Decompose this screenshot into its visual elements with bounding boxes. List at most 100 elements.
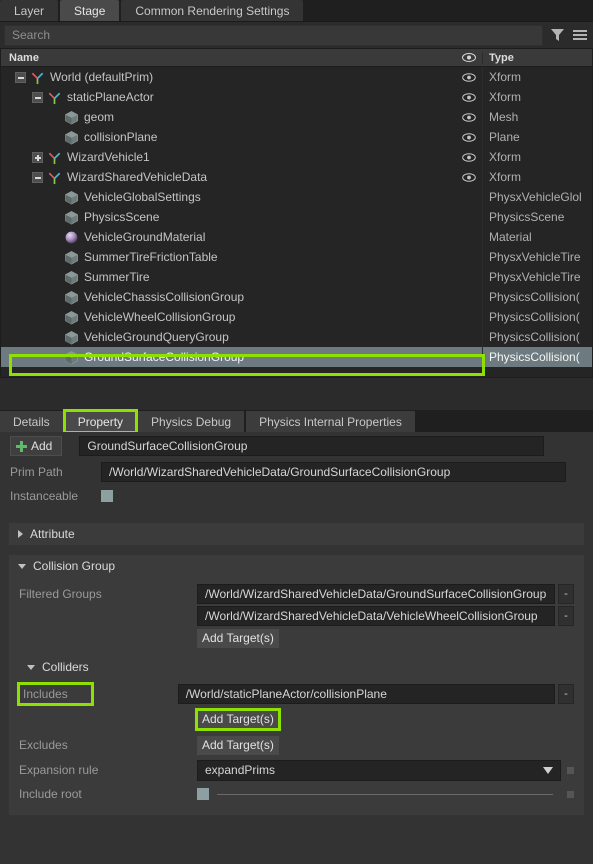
tree-expander-toggle[interactable]	[32, 91, 43, 103]
menu-button[interactable]	[571, 25, 589, 45]
plus-icon	[16, 440, 27, 452]
top-tab-bar: Layer Stage Common Rendering Settings	[0, 0, 593, 22]
instanceable-row: Instanceable	[0, 484, 593, 508]
tab-layer-label: Layer	[14, 3, 45, 18]
tree-row-visibility-toggle[interactable]	[456, 92, 482, 102]
tree-row-name: staticPlaneActor	[1, 90, 456, 105]
tree-row-label: VehicleGroundQueryGroup	[84, 330, 229, 344]
xform-axis-icon	[48, 172, 61, 184]
tree-row[interactable]: GroundSurfaceCollisionGroup PhysicsCollis…	[1, 347, 592, 367]
prim-path-row: Prim Path /World/WizardSharedVehicleData…	[0, 460, 593, 484]
xform-axis-icon	[48, 152, 61, 164]
tree-row[interactable]: VehicleChassisCollisionGroup PhysicsColli…	[1, 287, 592, 307]
remove-include-0-button[interactable]: -	[558, 684, 574, 704]
tab-physics-debug[interactable]: Physics Debug	[138, 411, 245, 432]
tab-layer[interactable]: Layer	[0, 0, 59, 21]
eye-icon	[462, 112, 476, 122]
include-root-row: Include root	[9, 783, 584, 805]
tree-row[interactable]: VehicleGroundMaterial Material	[1, 227, 592, 247]
collision-group-section-header[interactable]: Collision Group	[9, 555, 584, 577]
filtered-group-field-0[interactable]: /World/WizardSharedVehicleData/GroundSur…	[197, 584, 555, 604]
tree-row[interactable]: staticPlaneActor Xform	[1, 87, 592, 107]
filter-button[interactable]	[548, 25, 566, 45]
add-button[interactable]: Add	[10, 436, 63, 456]
includes-field-0[interactable]: /World/staticPlaneActor/collisionPlane	[177, 684, 555, 704]
tree-expander-spacer	[49, 252, 60, 263]
tree-expander-toggle[interactable]	[32, 151, 43, 163]
cube-icon	[65, 310, 78, 324]
include-root-checkbox[interactable]	[197, 788, 209, 800]
filtered-groups-add-target-button[interactable]: Add Target(s)	[197, 628, 279, 648]
attribute-section-label: Attribute	[30, 527, 75, 541]
colliders-subsection-header[interactable]: Colliders	[9, 657, 584, 677]
tree-row[interactable]: VehicleGroundQueryGroup PhysicsCollision(	[1, 327, 592, 347]
filtered-group-value-1: /World/WizardSharedVehicleData/VehicleWh…	[205, 609, 538, 623]
tree-row[interactable]: WizardSharedVehicleData Xform	[1, 167, 592, 187]
tree-row-visibility-toggle[interactable]	[456, 152, 482, 162]
tree-row[interactable]: VehicleWheelCollisionGroup PhysicsCollisi…	[1, 307, 592, 327]
chevron-right-icon	[18, 530, 23, 538]
column-header-visibility	[456, 53, 482, 62]
tree-row[interactable]: World (defaultPrim) Xform	[1, 67, 592, 87]
tree-expander-toggle[interactable]	[32, 171, 43, 183]
excludes-add-target-button[interactable]: Add Target(s)	[197, 735, 279, 755]
tree-row-type: Mesh	[482, 107, 592, 127]
prim-path-field[interactable]: /World/WizardSharedVehicleData/GroundSur…	[101, 462, 566, 482]
cube-icon	[65, 330, 78, 344]
tree-row[interactable]: SummerTireFrictionTable PhysxVehicleTire	[1, 247, 592, 267]
attribute-section-header[interactable]: Attribute	[9, 523, 584, 545]
tab-common-rendering-settings-label: Common Rendering Settings	[135, 3, 290, 18]
include-root-extra-button[interactable]	[567, 790, 574, 798]
tab-physics-internal-properties[interactable]: Physics Internal Properties	[246, 411, 415, 432]
tab-details[interactable]: Details	[0, 411, 63, 432]
remove-filtered-group-0-button[interactable]: -	[558, 584, 574, 604]
expansion-rule-extra-button[interactable]	[567, 766, 574, 774]
tree-row-name: VehicleGroundQueryGroup	[1, 330, 456, 345]
expansion-rule-select[interactable]: expandPrims	[197, 759, 561, 781]
cube-icon	[65, 210, 78, 224]
tree-row-visibility-toggle[interactable]	[456, 72, 482, 82]
remove-filtered-group-1-button[interactable]: -	[558, 606, 574, 626]
tree-row-label: VehicleChassisCollisionGroup	[84, 290, 245, 304]
tree-row[interactable]: geom Mesh	[1, 107, 592, 127]
colliders-subsection-label: Colliders	[42, 660, 89, 674]
tree-expander-toggle[interactable]	[15, 71, 26, 83]
tab-property[interactable]: Property	[62, 409, 139, 434]
attribute-section[interactable]: Attribute	[8, 522, 585, 546]
tree-row[interactable]: PhysicsScene PhysicsScene	[1, 207, 592, 227]
includes-add-target-label: Add Target(s)	[202, 712, 274, 726]
expansion-rule-label: Expansion rule	[19, 763, 99, 777]
tree-row-visibility-toggle[interactable]	[456, 172, 482, 182]
tree-row-visibility-toggle[interactable]	[456, 112, 482, 122]
tree-row-type: Plane	[482, 127, 592, 147]
tree-row[interactable]: collisionPlane Plane	[1, 127, 592, 147]
tree-expander-spacer	[49, 352, 60, 363]
prim-path-value: /World/WizardSharedVehicleData/GroundSur…	[109, 465, 451, 479]
tree-row-name: collisionPlane	[1, 130, 456, 145]
tree-row-name: PhysicsScene	[1, 210, 456, 225]
tree-row[interactable]: VehicleGlobalSettings PhysxVehicleGlol	[1, 187, 592, 207]
tree-row-label: GroundSurfaceCollisionGroup	[84, 350, 245, 364]
tree-row-type: PhysxVehicleTire	[482, 267, 592, 287]
tree-row-type: Xform	[482, 67, 592, 87]
tree-row-name: SummerTireFrictionTable	[1, 250, 456, 265]
hamburger-icon	[573, 30, 587, 40]
instanceable-checkbox[interactable]	[101, 490, 113, 502]
tree-row-name: World (defaultPrim)	[1, 70, 456, 85]
filtered-group-field-1[interactable]: /World/WizardSharedVehicleData/VehicleWh…	[197, 606, 555, 626]
filtered-groups-row-2: /World/WizardSharedVehicleData/VehicleWh…	[9, 605, 584, 627]
prim-name-field[interactable]: GroundSurfaceCollisionGroup	[79, 436, 545, 456]
cube-icon	[65, 130, 78, 144]
tree-row[interactable]: SummerTire PhysxVehicleTire	[1, 267, 592, 287]
tab-common-rendering-settings[interactable]: Common Rendering Settings	[121, 0, 304, 21]
tree-row-type: PhysxVehicleGlol	[482, 187, 592, 207]
includes-add-target-button[interactable]: Add Target(s)	[195, 707, 281, 731]
collision-group-section: Collision Group Filtered Groups /World/W…	[8, 554, 585, 816]
cube-icon	[65, 270, 78, 284]
tab-stage[interactable]: Stage	[60, 0, 120, 21]
tree-row[interactable]: WizardVehicle1 Xform	[1, 147, 592, 167]
tree-row-name: SummerTire	[1, 270, 456, 285]
search-input[interactable]: Search	[4, 24, 543, 46]
add-button-label: Add	[31, 439, 53, 453]
tree-row-visibility-toggle[interactable]	[456, 132, 482, 142]
